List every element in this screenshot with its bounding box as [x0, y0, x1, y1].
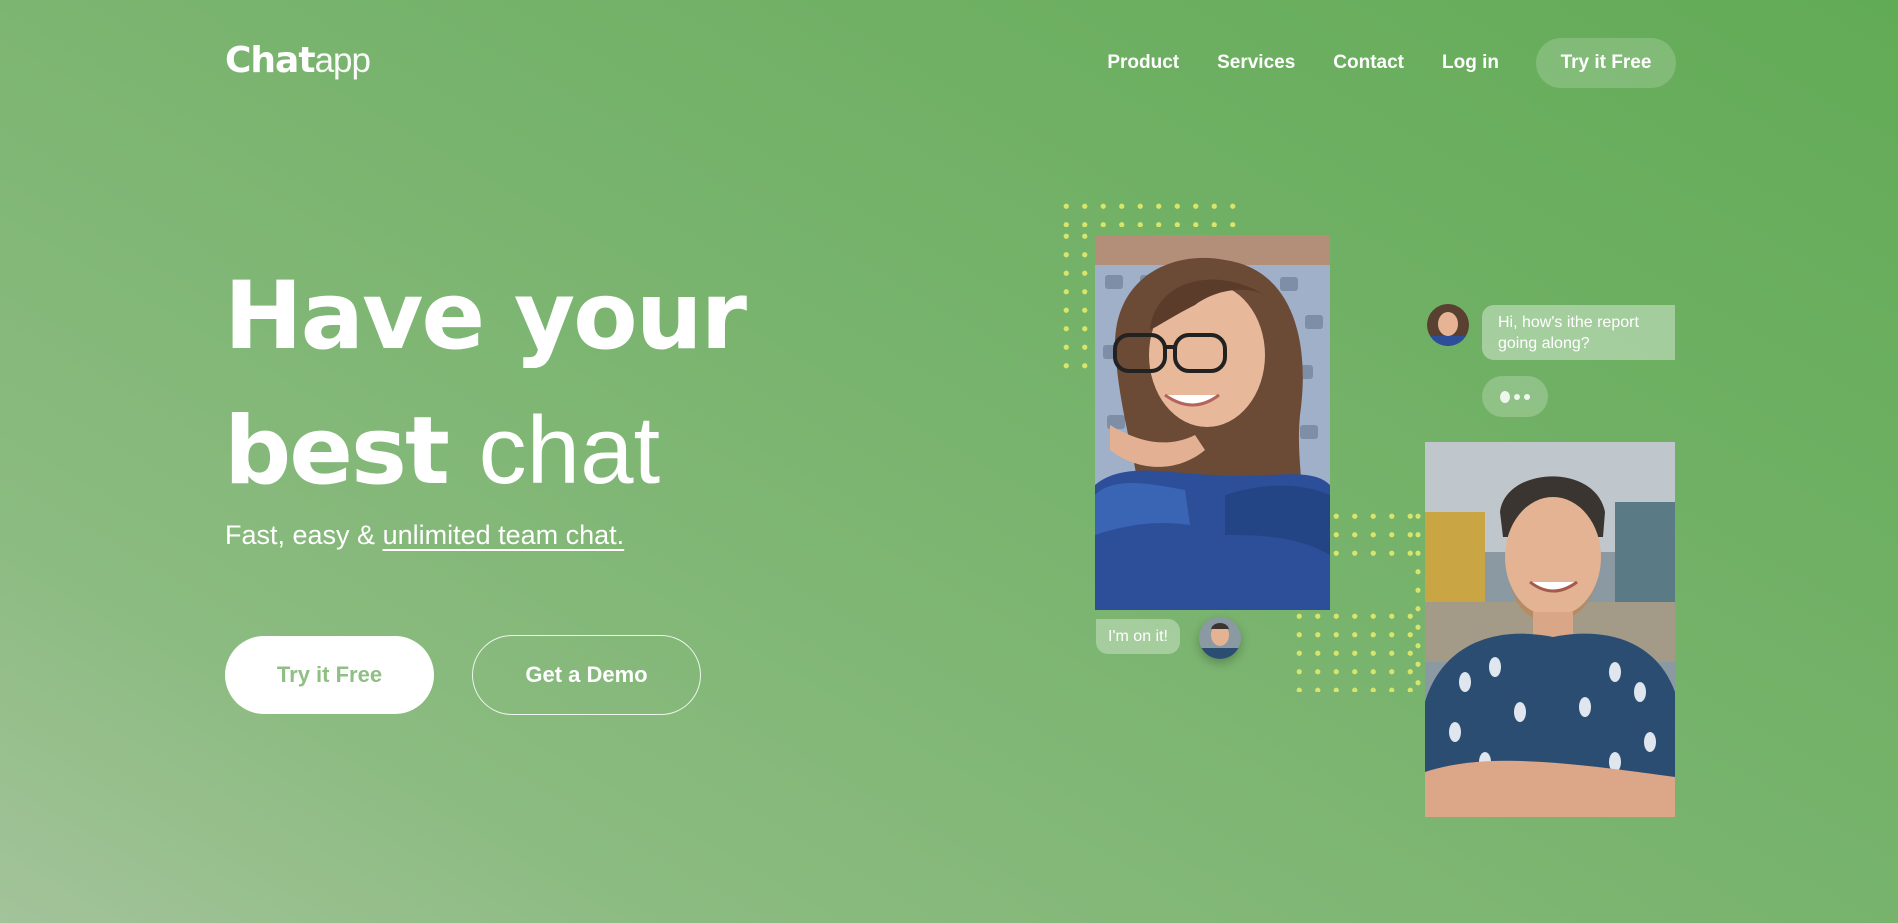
logo[interactable]: Chatapp: [225, 40, 371, 81]
logo-bold-text: Chat: [225, 40, 316, 81]
nav-try-free-button[interactable]: Try it Free: [1536, 38, 1676, 88]
logo-light-text: app: [314, 41, 371, 80]
woman-photo: [1095, 235, 1330, 610]
dot-pattern-left: [1057, 227, 1093, 377]
dot-pattern-middle: [1327, 507, 1418, 563]
man-avatar: [1199, 617, 1241, 659]
subtitle-text: Fast, easy &: [225, 520, 383, 550]
headline-light-word: chat: [478, 397, 661, 504]
dot-pattern-bottom: [1290, 607, 1418, 692]
man-photo: [1425, 442, 1675, 817]
hero-headline: Have your best chat: [224, 250, 747, 519]
get-demo-button[interactable]: Get a Demo: [472, 635, 701, 715]
nav-services[interactable]: Services: [1217, 52, 1295, 74]
headline-line1: Have your: [224, 262, 747, 371]
incoming-message: Hi, how's ithe report going along?: [1482, 305, 1675, 360]
outgoing-message: I'm on it!: [1096, 619, 1180, 654]
headline-bold-word: best: [224, 397, 450, 506]
try-free-button[interactable]: Try it Free: [225, 636, 434, 714]
nav-login[interactable]: Log in: [1442, 52, 1499, 74]
nav-contact[interactable]: Contact: [1333, 52, 1404, 74]
subtitle-link[interactable]: unlimited team chat.: [383, 520, 625, 550]
dot-pattern-top: [1057, 197, 1242, 227]
typing-indicator: [1482, 376, 1548, 417]
woman-avatar: [1427, 304, 1469, 346]
hero-subtitle: Fast, easy & unlimited team chat.: [225, 520, 624, 551]
nav-product[interactable]: Product: [1107, 52, 1179, 74]
main-nav: Product Services Contact Log in Try it F…: [1107, 38, 1676, 88]
